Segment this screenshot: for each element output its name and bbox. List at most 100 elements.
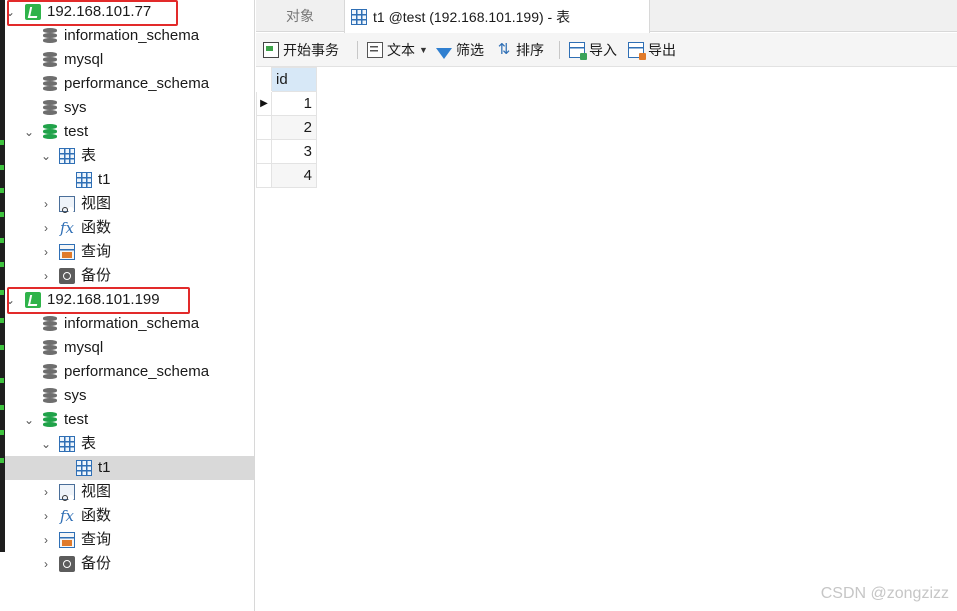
database-row[interactable]: information_schema (5, 312, 254, 336)
database-row[interactable]: sys (5, 96, 254, 120)
connection-row[interactable]: ⌄ 192.168.101.199 (5, 288, 254, 312)
export-button[interactable]: 导出 (628, 39, 676, 61)
database-row-active[interactable]: ⌄ test (5, 408, 254, 432)
chevron-right-icon[interactable]: › (39, 504, 53, 528)
table-icon (76, 460, 92, 476)
navigation-tree[interactable]: ⌄ 192.168.101.77 information_schema mysq… (5, 0, 255, 611)
chevron-down-icon[interactable]: ⌄ (5, 0, 17, 24)
group-label: 函数 (81, 507, 112, 524)
table-label: t1 (98, 171, 111, 188)
chevron-right-icon[interactable]: › (39, 192, 53, 216)
database-row-active[interactable]: ⌄ test (5, 120, 254, 144)
functions-group-row[interactable]: › fx 函数 (5, 216, 254, 240)
button-label: 筛选 (456, 42, 484, 58)
database-icon (43, 76, 57, 92)
row-header (256, 115, 272, 140)
tab-bar: 对象 t1 @test (192.168.101.199) - 表 (256, 0, 957, 33)
backup-icon (59, 268, 75, 284)
queries-group-row[interactable]: › 查询 (5, 240, 254, 264)
chevron-right-icon[interactable]: › (39, 480, 53, 504)
import-button[interactable]: 导入 (569, 39, 617, 61)
backups-group-row[interactable]: › 备份 (5, 264, 254, 288)
backup-icon (59, 556, 75, 572)
toolbar-divider (357, 41, 358, 59)
database-label: information_schema (64, 27, 200, 44)
row-header (256, 163, 272, 188)
functions-group-row[interactable]: › fx 函数 (5, 504, 254, 528)
table-icon (59, 436, 75, 452)
database-icon (43, 100, 57, 116)
queries-group-row[interactable]: › 查询 (5, 528, 254, 552)
table-row[interactable]: 3 (256, 139, 317, 164)
table-row[interactable]: t1 (5, 168, 254, 192)
views-group-row[interactable]: › 视图 (5, 480, 254, 504)
view-icon (59, 196, 75, 213)
filter-button[interactable]: 筛选 (436, 39, 484, 61)
button-label: 开始事务 (283, 42, 339, 58)
begin-transaction-button[interactable]: 开始事务 (263, 39, 339, 61)
database-label: mysql (64, 339, 104, 356)
database-row[interactable]: performance_schema (5, 360, 254, 384)
caret-down-icon[interactable]: ▼ (419, 45, 428, 55)
sort-button[interactable]: ⇅ 排序 (496, 39, 544, 61)
connection-row[interactable]: ⌄ 192.168.101.77 (5, 0, 254, 24)
table-icon (351, 8, 367, 25)
cell-id[interactable]: 2 (271, 115, 317, 140)
database-label: performance_schema (64, 363, 210, 380)
database-label: test (64, 123, 89, 140)
database-label: mysql (64, 51, 104, 68)
cell-id[interactable]: 4 (271, 163, 317, 188)
function-icon: fx (59, 507, 74, 525)
database-label: test (64, 411, 89, 428)
chevron-right-icon[interactable]: › (39, 528, 53, 552)
database-icon (43, 388, 57, 404)
function-icon: fx (59, 219, 74, 237)
chevron-down-icon[interactable]: ⌄ (22, 408, 36, 432)
button-label: 排序 (516, 42, 544, 58)
chevron-right-icon[interactable]: › (39, 240, 53, 264)
database-row[interactable]: sys (5, 384, 254, 408)
database-label: sys (64, 387, 87, 404)
table-row[interactable]: 2 (256, 115, 317, 140)
tab-objects[interactable]: 对象 (256, 0, 344, 32)
chevron-down-icon[interactable]: ⌄ (5, 288, 17, 312)
text-view-button[interactable]: 文本 ▼ (367, 39, 428, 61)
grid-corner (256, 67, 272, 92)
database-row[interactable]: mysql (5, 48, 254, 72)
query-icon (59, 244, 75, 260)
text-icon (367, 42, 383, 58)
database-row[interactable]: performance_schema (5, 72, 254, 96)
table-row[interactable]: 4 (256, 163, 317, 188)
query-icon (59, 532, 75, 548)
filter-icon (436, 47, 452, 59)
chevron-down-icon[interactable]: ⌄ (39, 432, 53, 456)
row-header (256, 139, 272, 164)
table-row-selected[interactable]: t1 (5, 456, 254, 480)
table-label: t1 (98, 459, 111, 476)
cell-id[interactable]: 1 (271, 91, 317, 116)
database-label: performance_schema (64, 75, 210, 92)
group-label: 视图 (81, 483, 112, 500)
tables-group-row[interactable]: ⌄ 表 (5, 144, 254, 168)
database-row[interactable]: mysql (5, 336, 254, 360)
database-icon (43, 412, 57, 428)
column-header-id[interactable]: id (271, 67, 317, 92)
backups-group-row[interactable]: › 备份 (5, 552, 254, 576)
tab-label: 对象 (286, 8, 314, 24)
chevron-right-icon[interactable]: › (39, 264, 53, 288)
view-icon (59, 484, 75, 501)
chevron-down-icon[interactable]: ⌄ (39, 144, 53, 168)
chevron-down-icon[interactable]: ⌄ (22, 120, 36, 144)
tables-group-row[interactable]: ⌄ 表 (5, 432, 254, 456)
group-label: 查询 (81, 243, 112, 260)
database-row[interactable]: information_schema (5, 24, 254, 48)
group-label: 表 (81, 147, 97, 164)
data-grid[interactable]: id ▶ 1 2 3 4 (256, 67, 317, 188)
views-group-row[interactable]: › 视图 (5, 192, 254, 216)
chevron-right-icon[interactable]: › (39, 552, 53, 576)
chevron-right-icon[interactable]: › (39, 216, 53, 240)
table-row[interactable]: ▶ 1 (256, 91, 317, 116)
group-label: 备份 (81, 267, 112, 284)
tab-table-t1[interactable]: t1 @test (192.168.101.199) - 表 (344, 0, 650, 33)
cell-id[interactable]: 3 (271, 139, 317, 164)
